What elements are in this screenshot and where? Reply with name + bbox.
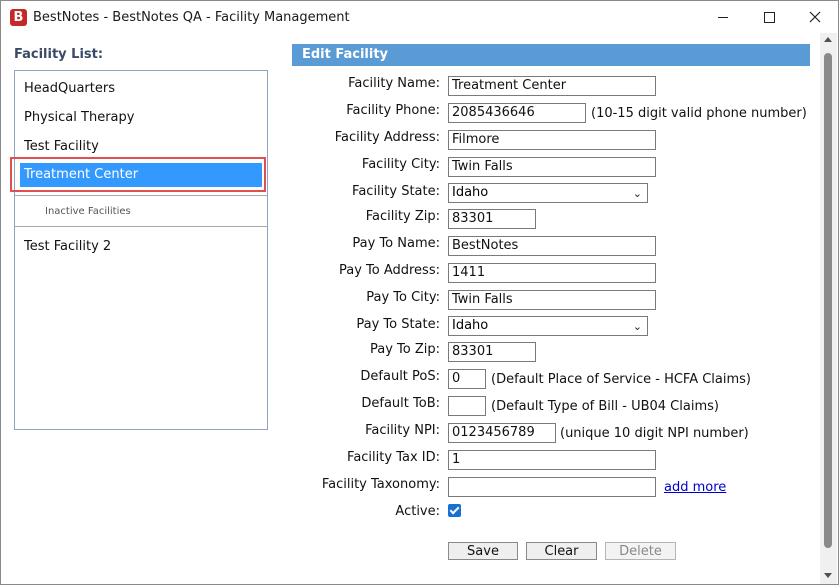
pay-to-zip-input[interactable]: 83301 (448, 342, 536, 362)
active-checkbox[interactable] (448, 504, 461, 517)
pay-to-state-select[interactable]: Idaho ⌄ (448, 316, 648, 336)
scroll-up-arrow-icon[interactable] (824, 37, 832, 42)
vertical-scrollbar[interactable] (820, 33, 837, 584)
facility-tax-id-input[interactable]: 1 (448, 450, 656, 470)
facility-name-input[interactable]: Treatment Center (448, 76, 656, 96)
edit-facility-title: Edit Facility (302, 47, 389, 62)
facility-zip-input[interactable]: 83301 (448, 209, 536, 229)
pay-to-zip-label: Pay To Zip: (369, 342, 440, 357)
pay-to-state-label: Pay To State: (356, 317, 440, 332)
chevron-down-icon: ⌄ (632, 187, 642, 200)
facility-phone-label: Facility Phone: (346, 103, 440, 118)
pay-to-name-input[interactable]: BestNotes (448, 236, 656, 256)
app-logo-icon: B (10, 9, 27, 26)
default-tob-input[interactable] (448, 396, 486, 416)
scroll-down-arrow-icon[interactable] (824, 573, 832, 578)
facility-address-input[interactable]: Filmore (448, 130, 656, 150)
pay-to-name-label: Pay To Name: (352, 236, 440, 251)
list-divider (15, 195, 267, 196)
facility-npi-label: Facility NPI: (365, 423, 440, 438)
add-more-link[interactable]: add more (664, 480, 726, 495)
facility-phone-input[interactable]: 2085436646 (448, 103, 586, 123)
facility-list-item[interactable]: Test Facility (24, 139, 99, 154)
facility-list-item[interactable]: HeadQuarters (24, 81, 115, 96)
default-pos-input[interactable]: 0 (448, 369, 486, 389)
title-bar[interactable]: B BestNotes - BestNotes QA - Facility Ma… (1, 1, 838, 33)
active-label: Active: (395, 504, 440, 519)
facility-city-label: Facility City: (361, 157, 440, 172)
edit-facility-header: Edit Facility (292, 44, 810, 66)
default-pos-label: Default PoS: (360, 369, 440, 384)
list-divider (15, 226, 267, 227)
facility-npi-input[interactable]: 0123456789 (448, 423, 556, 443)
maximize-button[interactable] (746, 1, 792, 33)
facility-zip-label: Facility Zip: (365, 209, 440, 224)
facility-list-item[interactable]: Physical Therapy (24, 110, 134, 125)
facility-state-select[interactable]: Idaho ⌄ (448, 183, 648, 203)
facility-address-label: Facility Address: (334, 130, 440, 145)
inactive-facilities-header: Inactive Facilities (45, 206, 131, 217)
close-icon (809, 11, 821, 23)
clear-button[interactable]: Clear (526, 542, 597, 560)
pay-to-city-input[interactable]: Twin Falls (448, 290, 656, 310)
pay-to-address-label: Pay To Address: (338, 263, 440, 278)
pay-to-city-label: Pay To City: (366, 290, 440, 305)
pay-to-state-value: Idaho (452, 318, 489, 333)
facility-list-label: Facility List: (14, 47, 104, 62)
scrollbar-thumb[interactable] (824, 53, 832, 548)
save-button[interactable]: Save (448, 542, 518, 560)
facility-state-label: Facility State: (352, 184, 440, 199)
maximize-icon (763, 11, 775, 23)
pay-to-address-input[interactable]: 1411 (448, 263, 656, 283)
selection-highlight-box (10, 157, 266, 192)
facility-taxonomy-input[interactable] (448, 477, 656, 497)
facility-state-value: Idaho (452, 185, 489, 200)
default-tob-hint: (Default Type of Bill - UB04 Claims) (491, 399, 719, 414)
inactive-facility-item[interactable]: Test Facility 2 (24, 239, 111, 254)
default-tob-label: Default ToB: (361, 396, 440, 411)
facility-phone-hint: (10-15 digit valid phone number) (591, 106, 807, 121)
chevron-down-icon: ⌄ (632, 320, 642, 333)
delete-button[interactable]: Delete (605, 542, 676, 560)
facility-city-input[interactable]: Twin Falls (448, 157, 656, 177)
facility-name-label: Facility Name: (348, 76, 440, 91)
facility-taxonomy-label: Facility Taxonomy: (321, 477, 440, 492)
facility-npi-hint: (unique 10 digit NPI number) (560, 426, 749, 441)
close-button[interactable] (792, 1, 838, 33)
facility-tax-id-label: Facility Tax ID: (347, 450, 440, 465)
facility-list[interactable]: HeadQuarters Physical Therapy Test Facil… (14, 70, 268, 430)
window-title: BestNotes - BestNotes QA - Facility Mana… (33, 10, 350, 25)
minimize-button[interactable] (700, 1, 746, 33)
minimize-icon (718, 16, 728, 18)
default-pos-hint: (Default Place of Service - HCFA Claims) (491, 372, 751, 387)
facility-management-window: B BestNotes - BestNotes QA - Facility Ma… (0, 0, 839, 585)
